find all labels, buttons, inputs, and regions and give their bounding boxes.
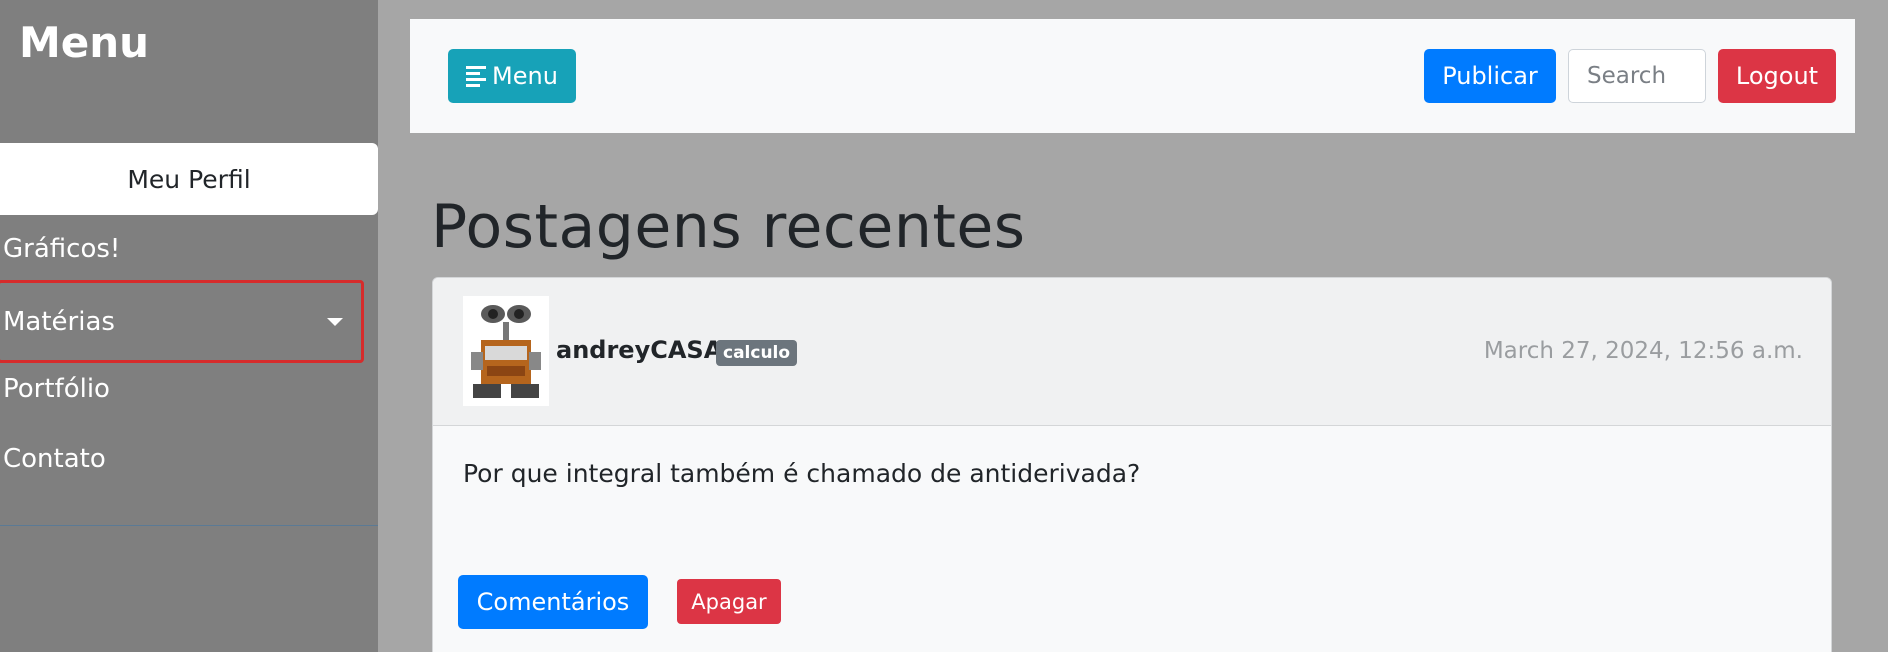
post-body: Por que integral também é chamado de ant… (463, 459, 1141, 488)
top-navbar: Menu Publicar Logout (410, 19, 1855, 133)
align-left-icon (466, 65, 487, 87)
menu-toggle-label: Menu (492, 62, 558, 90)
post-card: andreyCASA calculo March 27, 2024, 12:56… (432, 277, 1832, 652)
sidebar-item-materias[interactable]: Matérias (0, 280, 364, 363)
sidebar-item-label: Gráficos! (3, 234, 121, 264)
post-author[interactable]: andreyCASA (556, 336, 722, 364)
menu-toggle-button[interactable]: Menu (448, 49, 576, 103)
sidebar-divider (0, 525, 378, 526)
comments-button[interactable]: Comentários (458, 575, 648, 629)
sidebar: Menu Meu Perfil Gráficos! Matérias Portf… (0, 0, 378, 652)
sidebar-item-graficos[interactable]: Gráficos! (3, 219, 120, 279)
topic-badge: calculo (716, 340, 798, 366)
logout-button[interactable]: Logout (1718, 49, 1836, 103)
post-timestamp: March 27, 2024, 12:56 a.m. (1483, 338, 1803, 364)
my-profile-button[interactable]: Meu Perfil (0, 143, 378, 215)
publish-button[interactable]: Publicar (1424, 49, 1556, 103)
delete-button[interactable]: Apagar (677, 579, 781, 624)
sidebar-item-label: Portfólio (3, 374, 110, 404)
robot-avatar-icon (463, 296, 549, 406)
sidebar-item-contato[interactable]: Contato (3, 429, 106, 489)
caret-down-icon (327, 317, 343, 326)
sidebar-item-label: Matérias (3, 306, 115, 337)
post-card-header: andreyCASA calculo March 27, 2024, 12:56… (433, 278, 1831, 426)
sidebar-title: Menu (19, 18, 150, 67)
sidebar-item-label: Contato (3, 444, 106, 474)
sidebar-item-portfolio[interactable]: Portfólio (3, 359, 110, 419)
page-title: Postagens recentes (431, 192, 1026, 262)
search-input[interactable] (1568, 49, 1706, 103)
